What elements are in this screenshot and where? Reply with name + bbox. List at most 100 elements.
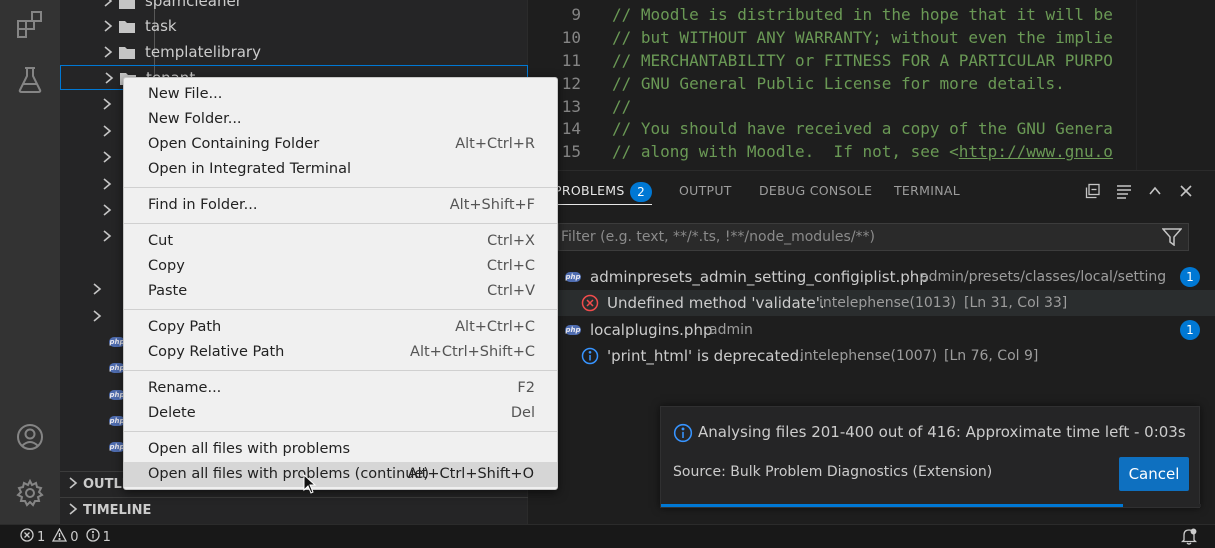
status-bar: 1 0 1	[0, 524, 1215, 548]
testing-flask-icon[interactable]	[0, 56, 60, 104]
chevron-right-icon	[102, 46, 114, 58]
error-count: 1	[37, 529, 46, 545]
notifications-bell-icon[interactable]	[1181, 528, 1197, 545]
line-number: 9	[571, 5, 581, 24]
maximize-panel-icon[interactable]	[1145, 181, 1165, 201]
tree-folder-spamcleaner[interactable]: spamcleaner	[60, 0, 528, 14]
progress-bar	[661, 504, 1201, 507]
chevron-right-icon	[68, 502, 78, 519]
tree-folder-templatelibrary[interactable]: templatelibrary	[60, 39, 528, 65]
progress-bar-fill	[661, 504, 1123, 507]
menu-item-delete[interactable]: Delete Del	[124, 401, 557, 426]
code-line: 15// along with Moodle. If not, see <htt…	[528, 142, 1215, 165]
menu-item-open-all-files-with-problems-continue[interactable]: Open all files with problems (continue) A…	[124, 462, 557, 487]
tree-row-hidden[interactable]	[102, 204, 112, 220]
active-tab-indicator	[556, 204, 652, 205]
code-line: 12// GNU General Public License for more…	[528, 74, 1215, 97]
menu-item-label: Rename...	[148, 380, 222, 396]
php-file-icon: php	[565, 325, 581, 335]
progress-notification: Analysing files 201-400 out of 416: Appr…	[660, 406, 1201, 508]
extensions-icon[interactable]	[0, 0, 60, 48]
menu-item-label: Find in Folder...	[148, 197, 258, 213]
menu-item-copy-relative-path[interactable]: Copy Relative Path Alt+Ctrl+Shift+C	[124, 340, 557, 365]
tree-row-hidden[interactable]	[102, 230, 112, 246]
menu-item-open-in-integrated-terminal[interactable]: Open in Integrated Terminal	[124, 157, 557, 182]
notification-message: Analysing files 201-400 out of 416: Appr…	[698, 423, 1186, 441]
menu-item-label: Open in Integrated Terminal	[148, 161, 351, 177]
line-number: 11	[561, 51, 581, 70]
menu-item-new-file[interactable]: New File...	[124, 82, 557, 107]
menu-item-label: New Folder...	[148, 111, 242, 127]
folder-icon	[119, 45, 135, 59]
menu-item-open-all-files-with-problems[interactable]: Open all files with problems	[124, 437, 557, 462]
code-editor[interactable]: 9 // Moodle is distributed in the hope th…	[528, 0, 1215, 170]
collapse-all-icon[interactable]	[1083, 181, 1103, 201]
tree-row-hidden[interactable]	[102, 151, 112, 167]
tree-row-hidden[interactable]	[102, 98, 112, 114]
info-icon	[673, 423, 693, 447]
code-text: // MERCHANTABILITY or FITNESS FOR A PART…	[612, 51, 1113, 70]
tree-folder-task[interactable]: task	[60, 13, 528, 39]
problem-message: Undefined method 'validate'.	[607, 294, 825, 312]
code-text: // Moodle is distributed in the hope tha…	[612, 5, 1113, 24]
problem-file-row[interactable]: php localplugins.php admin 1	[528, 317, 1215, 343]
timeline-label: TIMELINE	[83, 503, 152, 518]
menu-item-paste[interactable]: Paste Ctrl+V	[124, 279, 557, 304]
code-line: 13//	[528, 97, 1215, 120]
code-link[interactable]: http://www.gnu.o	[959, 142, 1113, 161]
problem-row[interactable]: 'print_html' is deprecated. intelephense…	[528, 343, 1215, 369]
folder-icon	[119, 19, 135, 33]
menu-item-label: Paste	[148, 283, 188, 299]
account-icon[interactable]	[0, 413, 60, 461]
tab-problems[interactable]: PROBLEMS	[554, 183, 625, 198]
problem-source: intelephense(1007)	[800, 348, 938, 364]
menu-item-find-in-folder[interactable]: Find in Folder... Alt+Shift+F	[124, 193, 557, 218]
mouse-cursor-icon	[303, 473, 317, 494]
menu-item-cut[interactable]: Cut Ctrl+X	[124, 229, 557, 254]
tree-row-hidden[interactable]	[92, 310, 102, 326]
problem-file-row[interactable]: php adminpresets_admin_setting_configipl…	[528, 264, 1215, 290]
tab-terminal[interactable]: TERMINAL	[894, 183, 960, 198]
problem-location: [Ln 76, Col 9]	[944, 348, 1039, 364]
menu-item-shortcut: Ctrl+C	[486, 258, 535, 274]
tree-label: templatelibrary	[145, 43, 261, 61]
chevron-right-icon	[103, 71, 115, 84]
activity-bar	[0, 0, 60, 524]
menu-item-shortcut: Ctrl+X	[487, 233, 535, 249]
menu-separator	[124, 187, 557, 188]
tree-row-hidden[interactable]	[92, 283, 102, 299]
settings-gear-icon[interactable]	[0, 469, 60, 517]
menu-item-copy-path[interactable]: Copy Path Alt+Ctrl+C	[124, 315, 557, 340]
filter-input[interactable]	[559, 224, 1149, 250]
chevron-right-icon	[102, 0, 114, 7]
folder-icon	[119, 0, 135, 9]
menu-separator	[124, 223, 557, 224]
cancel-button[interactable]: Cancel	[1119, 457, 1189, 491]
code-line: 9 // Moodle is distributed in the hope th…	[528, 5, 1215, 28]
timeline-section-header[interactable]: TIMELINE	[60, 497, 528, 523]
filter-funnel-icon[interactable]	[1161, 228, 1183, 250]
code-line: 14// You should have received a copy of …	[528, 119, 1215, 142]
problems-status[interactable]: 1 0 1	[20, 527, 111, 546]
menu-item-open-containing-folder[interactable]: Open Containing Folder Alt+Ctrl+R	[124, 132, 557, 157]
menu-separator	[124, 370, 557, 371]
menu-item-label: Copy Path	[148, 319, 222, 335]
tree-row-hidden[interactable]	[102, 125, 112, 141]
warning-count: 0	[70, 529, 79, 545]
tree-row-hidden[interactable]	[102, 178, 112, 194]
code-text: //	[612, 97, 632, 116]
error-icon	[20, 528, 34, 546]
menu-item-label: Cut	[148, 233, 173, 249]
chevron-right-icon	[68, 476, 78, 493]
menu-item-copy[interactable]: Copy Ctrl+C	[124, 254, 557, 279]
view-as-tree-icon[interactable]	[1114, 181, 1134, 201]
menu-item-rename[interactable]: Rename... F2	[124, 376, 557, 401]
problems-count-badge: 2	[630, 182, 652, 202]
code-text: // You should have received a copy of th…	[612, 119, 1113, 138]
tab-output[interactable]: OUTPUT	[679, 183, 732, 198]
close-panel-icon[interactable]	[1176, 181, 1196, 201]
code-line: 11 // MERCHANTABILITY or FITNESS FOR A PA…	[528, 51, 1215, 74]
tab-debug-console[interactable]: DEBUG CONSOLE	[759, 183, 872, 198]
problem-row[interactable]: Undefined method 'validate'. intelephens…	[528, 290, 1215, 316]
menu-item-new-folder[interactable]: New Folder...	[124, 107, 557, 132]
